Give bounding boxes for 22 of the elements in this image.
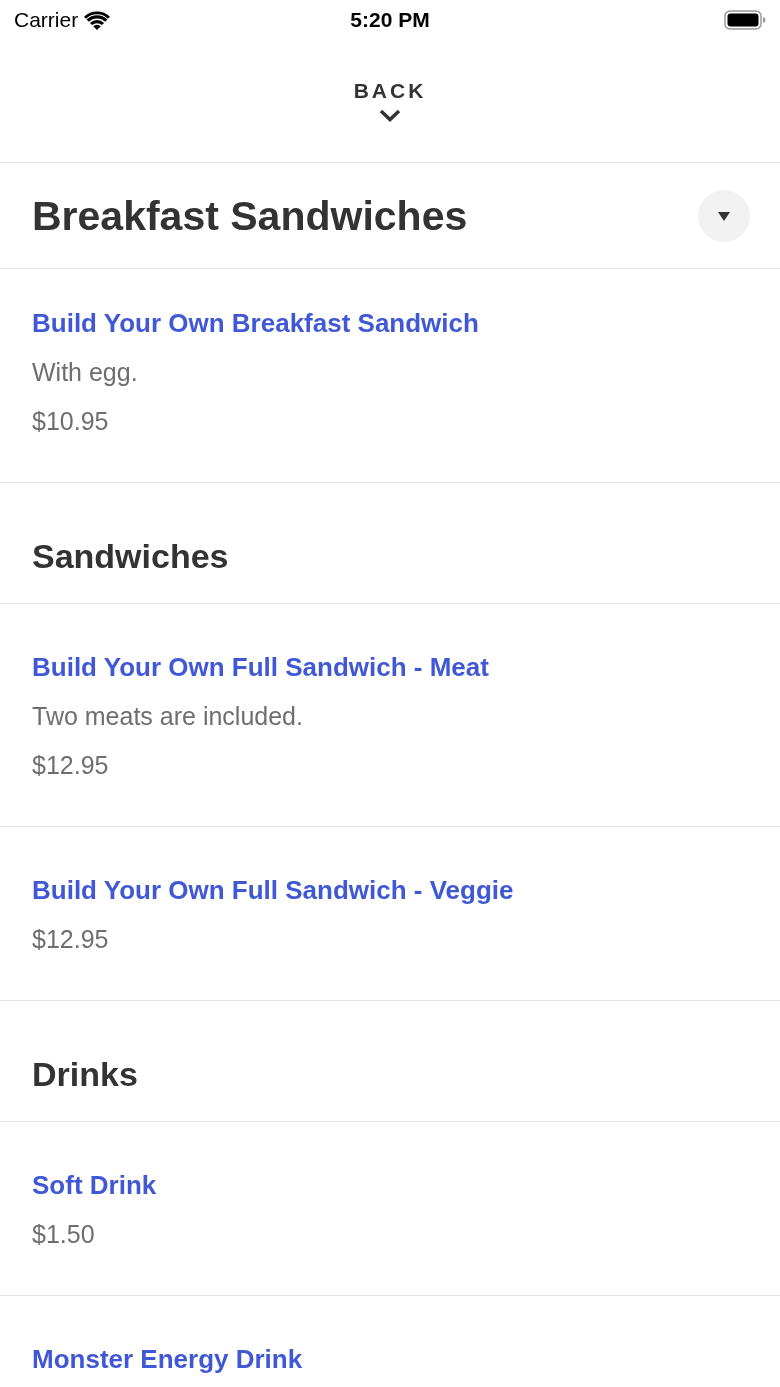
section-title: Sandwiches	[32, 536, 229, 576]
section-title: Drinks	[32, 1054, 138, 1094]
item-name[interactable]: Soft Drink	[32, 1161, 157, 1210]
dropdown-button[interactable]	[698, 190, 750, 242]
caret-icon	[718, 211, 730, 221]
item-name[interactable]: Build Your Own Breakfast Sandwich	[32, 299, 479, 348]
item-price: $10.95	[32, 406, 109, 437]
wifi-icon	[84, 10, 111, 30]
battery-icon	[724, 10, 766, 30]
section-title: Breakfast Sandwiches	[32, 192, 468, 241]
item-price: $12.95	[32, 924, 109, 955]
back-button[interactable]: BACK	[353, 78, 427, 122]
carrier-name: Carrier	[14, 7, 79, 34]
item-name[interactable]: Build Your Own Full Sandwich - Meat	[32, 643, 489, 692]
item-name[interactable]: Monster Energy Drink	[32, 1335, 303, 1384]
item-name[interactable]: Build Your Own Full Sandwich - Veggie	[32, 866, 514, 915]
item-description: With egg.	[32, 357, 138, 388]
item-description: Two meats are included.	[32, 701, 303, 732]
chevron-down-icon	[379, 109, 401, 122]
item-price: $1.50	[32, 1219, 95, 1250]
item-price: $12.95	[32, 750, 109, 781]
status-time: 5:20 PM	[350, 7, 430, 34]
